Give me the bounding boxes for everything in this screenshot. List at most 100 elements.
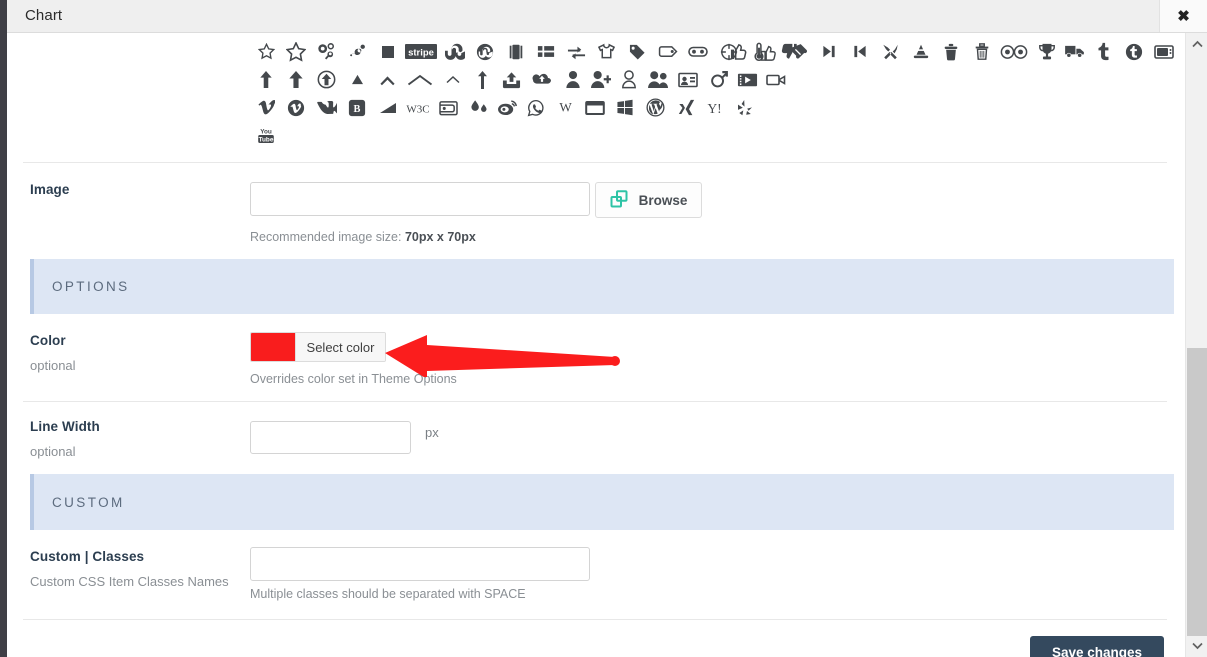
- long-arrow-up-icon[interactable]: [470, 66, 494, 94]
- scrollbar-thumb[interactable]: [1187, 348, 1207, 636]
- left-rail-top: [0, 0, 7, 33]
- wikipedia-icon[interactable]: W: [554, 94, 578, 122]
- chart-settings-window: Chart ✖ stripe B W3C W Y! You Tube Image…: [0, 0, 1207, 657]
- tint-icon[interactable]: [466, 94, 492, 122]
- line-width-input[interactable]: [250, 421, 411, 454]
- arrow-up-bold-icon[interactable]: [283, 66, 309, 94]
- whatsapp-icon[interactable]: [523, 94, 549, 122]
- vcard-icon[interactable]: [675, 66, 701, 94]
- image-input[interactable]: [250, 182, 590, 216]
- tumblr-circle-icon[interactable]: [1121, 38, 1147, 66]
- tape-icon[interactable]: [685, 38, 711, 66]
- color-picker[interactable]: Select color: [250, 332, 386, 362]
- stripe-icon[interactable]: stripe: [405, 38, 438, 66]
- users-icon[interactable]: [647, 66, 671, 94]
- icon-row: [7, 66, 1167, 94]
- vimeo-circle-icon[interactable]: [283, 94, 309, 122]
- image-size-hint-value: 70px x 70px: [404, 230, 476, 244]
- custom-classes-hint: Multiple classes should be separated wit…: [250, 587, 526, 601]
- trash-outline-icon[interactable]: [969, 38, 995, 66]
- weibo-icon[interactable]: [497, 94, 519, 122]
- w3c-icon[interactable]: W3C: [405, 94, 431, 122]
- image-field-label: Image: [30, 182, 70, 197]
- stumbleupon-icon[interactable]: [442, 38, 468, 66]
- yelp-icon[interactable]: [732, 94, 758, 122]
- vertical-scrollbar[interactable]: [1185, 33, 1207, 657]
- xing-icon[interactable]: [673, 94, 699, 122]
- window-icon[interactable]: [582, 94, 608, 122]
- color-swatch[interactable]: [251, 333, 295, 361]
- select-color-button[interactable]: Select color: [295, 333, 385, 361]
- scroll-down-icon[interactable]: [1186, 635, 1207, 657]
- arrow-up-icon[interactable]: [253, 66, 279, 94]
- star-half-icon[interactable]: [253, 38, 279, 66]
- settings-scroll-area: stripe B W3C W Y! You Tube Image Browse …: [7, 33, 1185, 657]
- tag-outline-icon[interactable]: [655, 38, 681, 66]
- youtube-icon[interactable]: You Tube: [253, 122, 279, 150]
- icon-row: You Tube: [7, 122, 1167, 150]
- video-camera-icon[interactable]: [763, 66, 789, 94]
- caret-up-icon[interactable]: [344, 66, 370, 94]
- custom-classes-input[interactable]: [250, 547, 590, 581]
- arrow-circle-up-icon[interactable]: [314, 66, 340, 94]
- trophy-icon[interactable]: [1034, 38, 1060, 66]
- tumblr-icon[interactable]: [1090, 38, 1116, 66]
- window-title: Chart: [25, 7, 63, 24]
- tools-icon[interactable]: [877, 38, 903, 66]
- browse-button[interactable]: Browse: [595, 182, 702, 218]
- options-section-title: OPTIONS: [52, 279, 130, 294]
- color-field-label: Color: [30, 333, 66, 348]
- custom-classes-label: Custom | Classes: [30, 549, 145, 564]
- close-icon[interactable]: ✖: [1159, 0, 1207, 32]
- window-titlebar: Chart ✖: [7, 0, 1207, 33]
- save-changes-button[interactable]: Save changes: [1030, 636, 1164, 657]
- line-width-sub: optional: [30, 444, 76, 459]
- chevron-up-icon[interactable]: [375, 66, 401, 94]
- svg-text:Tube: Tube: [259, 137, 274, 144]
- star-outline-icon[interactable]: [283, 38, 309, 66]
- wallet-icon[interactable]: [436, 94, 462, 122]
- signal-icon[interactable]: [375, 94, 401, 122]
- step-forward-icon[interactable]: [816, 38, 842, 66]
- clone-icon: [610, 189, 628, 211]
- stop-icon[interactable]: [375, 38, 401, 66]
- step-backward-icon[interactable]: [847, 38, 873, 66]
- image-size-hint: Recommended image size: 70px x 70px: [250, 230, 476, 244]
- steam-icon[interactable]: [314, 38, 340, 66]
- windows-icon[interactable]: [612, 94, 638, 122]
- line-width-unit: px: [425, 425, 439, 440]
- icon-picker-grid[interactable]: stripe B W3C W Y! You Tube: [7, 33, 1175, 150]
- truck-icon[interactable]: [1064, 38, 1086, 66]
- tv-icon[interactable]: [1151, 38, 1177, 66]
- color-field-sub: optional: [30, 358, 76, 373]
- svg-text:W: W: [559, 100, 572, 115]
- scroll-up-icon[interactable]: [1186, 33, 1207, 55]
- line-width-label: Line Width: [30, 419, 100, 434]
- options-section-header: OPTIONS: [30, 259, 1174, 314]
- trash-icon[interactable]: [938, 38, 964, 66]
- left-rail: [0, 33, 7, 657]
- yahoo-icon[interactable]: Y!: [704, 94, 728, 122]
- wordpress-icon[interactable]: [643, 94, 669, 122]
- video-ticket-icon[interactable]: [736, 66, 758, 94]
- vimeo-icon[interactable]: [253, 94, 279, 122]
- svg-text:B: B: [354, 104, 361, 115]
- vk-icon[interactable]: [314, 94, 340, 122]
- custom-section-title: CUSTOM: [52, 494, 125, 510]
- divider: [23, 401, 1167, 402]
- browse-button-label: Browse: [638, 192, 688, 208]
- tripadvisor-icon[interactable]: [999, 38, 1029, 66]
- ticket-icon[interactable]: [786, 38, 812, 66]
- svg-text:W3C: W3C: [407, 103, 430, 115]
- svg-text:You: You: [260, 129, 272, 136]
- thumbs-o-down-icon[interactable]: [725, 38, 751, 66]
- traffic-cone-icon[interactable]: [908, 38, 934, 66]
- image-size-hint-prefix: Recommended image size:: [250, 230, 405, 244]
- steam-square-icon[interactable]: [344, 38, 370, 66]
- vk-square-icon[interactable]: B: [344, 94, 370, 122]
- tshirt-icon[interactable]: [594, 38, 620, 66]
- footer-divider: [23, 619, 1167, 620]
- color-field-hint: Overrides color set in Theme Options: [250, 372, 457, 386]
- svg-text:Y!: Y!: [708, 101, 722, 116]
- icon-row: B W3C W Y!: [7, 94, 1167, 122]
